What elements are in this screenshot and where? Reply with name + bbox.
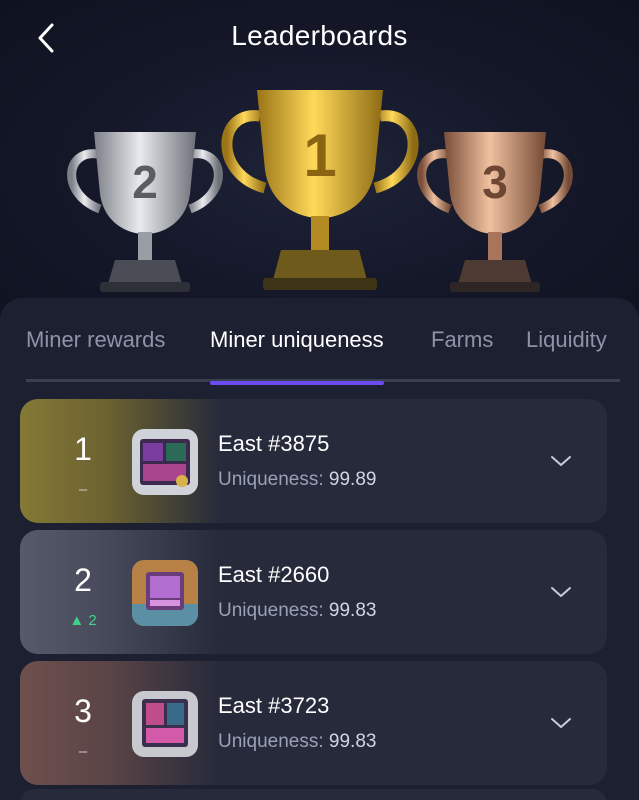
rank-number: 3 <box>74 693 92 729</box>
tab-bar: Miner rewards Miner uniqueness Farms Liq… <box>26 324 620 385</box>
uniqueness-score: Uniqueness: 99.89 <box>218 469 377 490</box>
chevron-down-icon[interactable] <box>549 711 573 735</box>
tab-liquidity[interactable]: Liquidity <box>526 324 607 382</box>
rank-change: – <box>78 743 88 760</box>
podium-trophies: 2 1 3 <box>0 76 639 306</box>
page-title: Leaderboards <box>231 20 408 51</box>
miner-thumbnail <box>132 560 198 626</box>
miner-thumbnail <box>132 691 198 757</box>
svg-text:3: 3 <box>482 156 508 208</box>
silver-trophy-icon: 2 <box>60 124 230 299</box>
list-item[interactable]: 3 – East #3723 Uniqueness: 99.83 <box>20 661 607 785</box>
tab-miner-uniqueness[interactable]: Miner uniqueness <box>210 324 384 385</box>
svg-text:2: 2 <box>132 156 158 208</box>
bronze-trophy-icon: 3 <box>410 124 580 299</box>
miner-name: East #3875 <box>218 431 330 456</box>
gold-trophy-icon: 1 <box>215 84 425 299</box>
rank-change: – <box>78 481 88 498</box>
rank-change: ▲ 2 <box>69 612 97 629</box>
leaderboard-panel: Miner rewards Miner uniqueness Farms Liq… <box>0 298 639 800</box>
rank-number: 2 <box>74 562 92 598</box>
uniqueness-score: Uniqueness: 99.83 <box>218 600 377 621</box>
tab-farms[interactable]: Farms <box>431 324 493 382</box>
chevron-down-icon[interactable] <box>549 449 573 473</box>
list-item[interactable]: 1 – East #3875 Uniqueness: 99.89 <box>20 399 607 523</box>
list-item-partial[interactable] <box>20 789 607 800</box>
chevron-down-icon[interactable] <box>549 580 573 604</box>
tab-miner-rewards[interactable]: Miner rewards <box>26 324 165 382</box>
rank-number: 1 <box>74 431 92 467</box>
uniqueness-score: Uniqueness: 99.83 <box>218 731 377 752</box>
list-item[interactable]: 2 ▲ 2 East #2660 Uniqueness: 99.83 <box>20 530 607 654</box>
top-bar: Leaderboards <box>0 0 639 76</box>
miner-name: East #3723 <box>218 693 330 718</box>
miner-name: East #2660 <box>218 562 330 587</box>
svg-text:1: 1 <box>303 122 336 189</box>
miner-thumbnail <box>132 429 198 495</box>
